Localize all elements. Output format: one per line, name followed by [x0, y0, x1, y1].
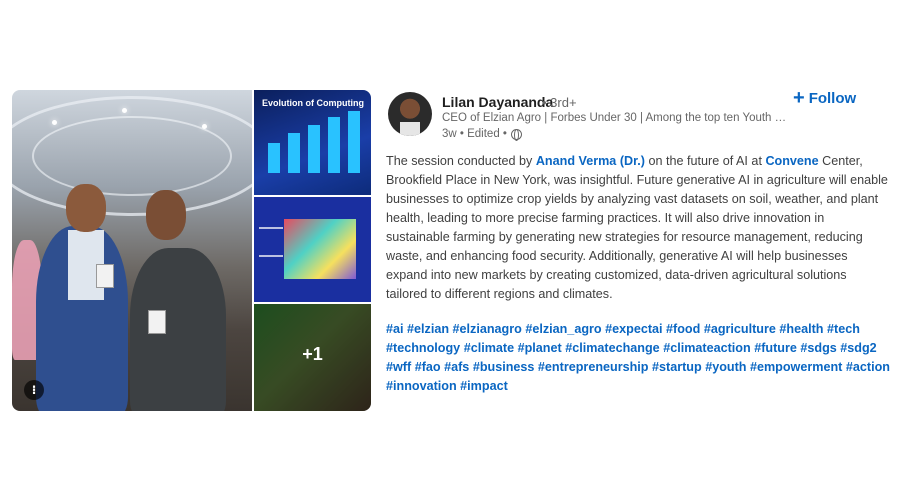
post-meta: 3w • Edited • — [442, 128, 522, 141]
slide-title: Evolution of Computing — [262, 98, 364, 108]
name-badge — [148, 310, 166, 334]
post-text-part: Center, Brookfield Place in New York, wa… — [386, 154, 888, 301]
hashtag-link[interactable]: #empowerment — [750, 360, 842, 374]
hashtag-link[interactable]: #climate — [464, 341, 514, 355]
post-time: 3w • Edited • — [442, 128, 507, 140]
follow-button[interactable]: + Follow — [793, 88, 856, 108]
slide-bar — [268, 143, 280, 173]
stage-light — [52, 120, 57, 125]
hashtag-link[interactable]: #ai — [386, 322, 404, 336]
hashtag-link[interactable]: #food — [666, 322, 700, 336]
stage-light — [202, 124, 207, 129]
slide-bar — [288, 133, 300, 173]
connection-degree: • 3rd+ — [542, 95, 577, 110]
thumbnail-evolution-of-computing[interactable]: Evolution of Computing — [254, 90, 371, 195]
hashtag-link[interactable]: #climatechange — [565, 341, 660, 355]
follow-label: Follow — [808, 89, 857, 107]
person-right-head — [146, 190, 186, 240]
hashtag-link[interactable]: #agriculture — [704, 322, 776, 336]
hashtag-link[interactable]: #fao — [415, 360, 441, 374]
hashtag-link[interactable]: #climateaction — [663, 341, 751, 355]
name-badge — [96, 264, 114, 288]
author-name[interactable]: Lilan Dayananda — [442, 94, 553, 110]
hashtag-link[interactable]: #sdg2 — [840, 341, 876, 355]
globe-icon — [510, 128, 522, 141]
hashtag-link[interactable]: #entrepreneurship — [538, 360, 649, 374]
post-text-part: on the future of AI at — [645, 154, 766, 168]
hashtag-link[interactable]: #impact — [460, 379, 508, 393]
hashtag-link[interactable]: #youth — [705, 360, 746, 374]
post-body: The session conducted by Anand Verma (Dr… — [386, 152, 890, 304]
avatar-shirt — [400, 122, 420, 136]
person-left-head — [66, 184, 106, 232]
hashtag-link[interactable]: #technology — [386, 341, 460, 355]
hashtag-link[interactable]: #expectai — [605, 322, 662, 336]
slide-image — [284, 219, 356, 279]
more-count: +1 — [302, 344, 323, 364]
plus-icon: + — [793, 87, 805, 109]
hashtag-link[interactable]: #health — [779, 322, 823, 336]
hashtag-link[interactable]: #action — [846, 360, 890, 374]
slide-bar — [328, 117, 340, 173]
avatar[interactable] — [388, 92, 432, 136]
slide-bar — [348, 111, 360, 173]
hashtag-link[interactable]: #business — [473, 360, 535, 374]
post-image-gallery[interactable]: ⁝ Evolution of Computing +1 — [12, 90, 371, 411]
hashtag-link[interactable]: #planet — [518, 341, 562, 355]
thumbnail-more-photos[interactable]: +1 — [254, 304, 371, 411]
info-icon[interactable]: ⁝ — [24, 380, 44, 400]
hashtag-link[interactable]: #startup — [652, 360, 702, 374]
slide-bar — [308, 125, 320, 173]
hashtag-link[interactable]: #innovation — [386, 379, 457, 393]
mention-person[interactable]: Anand Verma (Dr.) — [536, 154, 645, 168]
hashtag-link[interactable]: #future — [754, 341, 797, 355]
hashtag-link[interactable]: #tech — [827, 322, 860, 336]
main-photo[interactable]: ⁝ — [12, 90, 252, 411]
author-headline: CEO of Elzian Agro | Forbes Under 30 | A… — [442, 112, 788, 124]
hashtag-link[interactable]: #sdgs — [800, 341, 836, 355]
post-text-part: The session conducted by — [386, 154, 536, 168]
slide-text — [259, 227, 283, 257]
hashtag-link[interactable]: #elzianagro — [453, 322, 522, 336]
hashtag-link[interactable]: #wff — [386, 360, 411, 374]
mention-place[interactable]: Convene — [765, 154, 818, 168]
hashtag-list: #ai #elzian #elzianagro #elzian_agro #ex… — [386, 320, 890, 396]
hashtag-link[interactable]: #elzian_agro — [525, 322, 601, 336]
hashtag-link[interactable]: #elzian — [407, 322, 449, 336]
person-right — [130, 248, 226, 411]
thumbnail-presentation-slide[interactable] — [254, 197, 371, 302]
stage-light — [122, 108, 127, 113]
hashtag-link[interactable]: #afs — [444, 360, 469, 374]
